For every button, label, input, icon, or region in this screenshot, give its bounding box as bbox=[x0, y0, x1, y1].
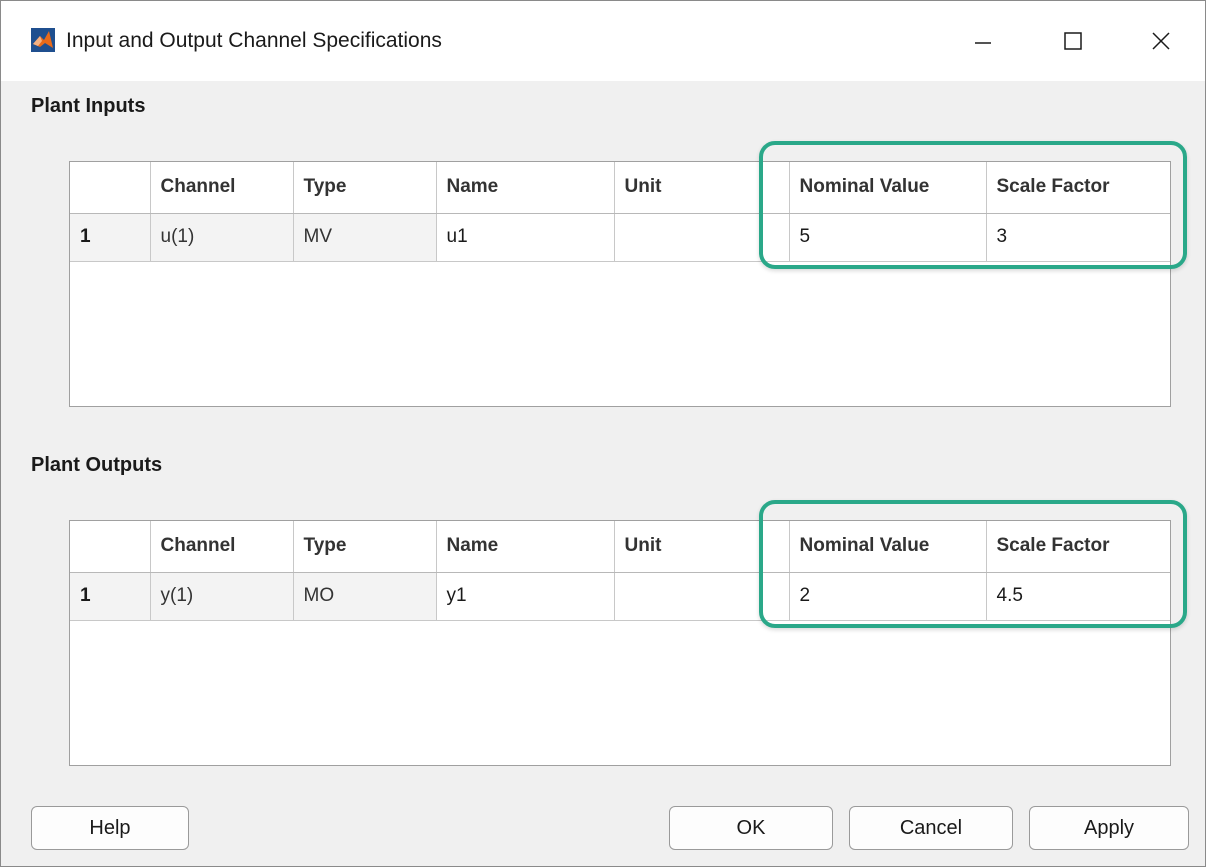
table-row: 1 y(1) MO y1 2 4.5 bbox=[70, 572, 1170, 621]
ok-button[interactable]: OK bbox=[669, 806, 833, 850]
column-header-scale-factor[interactable]: Scale Factor bbox=[986, 521, 1170, 573]
column-header-unit[interactable]: Unit bbox=[614, 162, 790, 214]
title-bar: Input and Output Channel Specifications bbox=[1, 1, 1205, 81]
table-header-row: Channel Type Name Unit Nominal Value Sca… bbox=[70, 521, 1170, 573]
plant-inputs-table: Channel Type Name Unit Nominal Value Sca… bbox=[69, 161, 1171, 407]
column-header-index bbox=[70, 521, 151, 573]
column-header-unit[interactable]: Unit bbox=[614, 521, 790, 573]
column-header-nominal-value[interactable]: Nominal Value bbox=[789, 162, 987, 214]
nominal-value-cell[interactable]: 5 bbox=[789, 213, 987, 262]
type-cell: MO bbox=[293, 572, 437, 621]
plant-outputs-table: Channel Type Name Unit Nominal Value Sca… bbox=[69, 520, 1171, 766]
minimize-icon bbox=[975, 42, 991, 44]
column-header-type[interactable]: Type bbox=[293, 162, 437, 214]
scale-factor-cell[interactable]: 4.5 bbox=[986, 572, 1170, 621]
dialog-window: Input and Output Channel Specifications … bbox=[0, 0, 1206, 867]
unit-cell[interactable] bbox=[614, 572, 790, 621]
column-header-channel[interactable]: Channel bbox=[150, 521, 294, 573]
matlab-icon bbox=[31, 28, 55, 52]
column-header-index bbox=[70, 162, 151, 214]
table-row: 1 u(1) MV u1 5 3 bbox=[70, 213, 1170, 262]
table-header-row: Channel Type Name Unit Nominal Value Sca… bbox=[70, 162, 1170, 214]
column-header-scale-factor[interactable]: Scale Factor bbox=[986, 162, 1170, 214]
column-header-type[interactable]: Type bbox=[293, 521, 437, 573]
window-title: Input and Output Channel Specifications bbox=[66, 29, 442, 52]
maximize-icon bbox=[1064, 32, 1082, 50]
name-cell[interactable]: u1 bbox=[436, 213, 615, 262]
close-icon bbox=[1152, 32, 1170, 50]
type-cell: MV bbox=[293, 213, 437, 262]
unit-cell[interactable] bbox=[614, 213, 790, 262]
column-header-channel[interactable]: Channel bbox=[150, 162, 294, 214]
column-header-nominal-value[interactable]: Nominal Value bbox=[789, 521, 987, 573]
help-button[interactable]: Help bbox=[31, 806, 189, 850]
cancel-button[interactable]: Cancel bbox=[849, 806, 1013, 850]
minimize-button[interactable] bbox=[953, 19, 1013, 63]
column-header-name[interactable]: Name bbox=[436, 521, 615, 573]
nominal-value-cell[interactable]: 2 bbox=[789, 572, 987, 621]
channel-cell: y(1) bbox=[150, 572, 294, 621]
channel-cell: u(1) bbox=[150, 213, 294, 262]
close-button[interactable] bbox=[1131, 19, 1191, 63]
apply-button[interactable]: Apply bbox=[1029, 806, 1189, 850]
row-index: 1 bbox=[70, 572, 151, 621]
name-cell[interactable]: y1 bbox=[436, 572, 615, 621]
column-header-name[interactable]: Name bbox=[436, 162, 615, 214]
maximize-button[interactable] bbox=[1043, 19, 1103, 63]
scale-factor-cell[interactable]: 3 bbox=[986, 213, 1170, 262]
row-index: 1 bbox=[70, 213, 151, 262]
plant-outputs-label: Plant Outputs bbox=[31, 454, 163, 476]
plant-inputs-label: Plant Inputs bbox=[31, 95, 146, 117]
